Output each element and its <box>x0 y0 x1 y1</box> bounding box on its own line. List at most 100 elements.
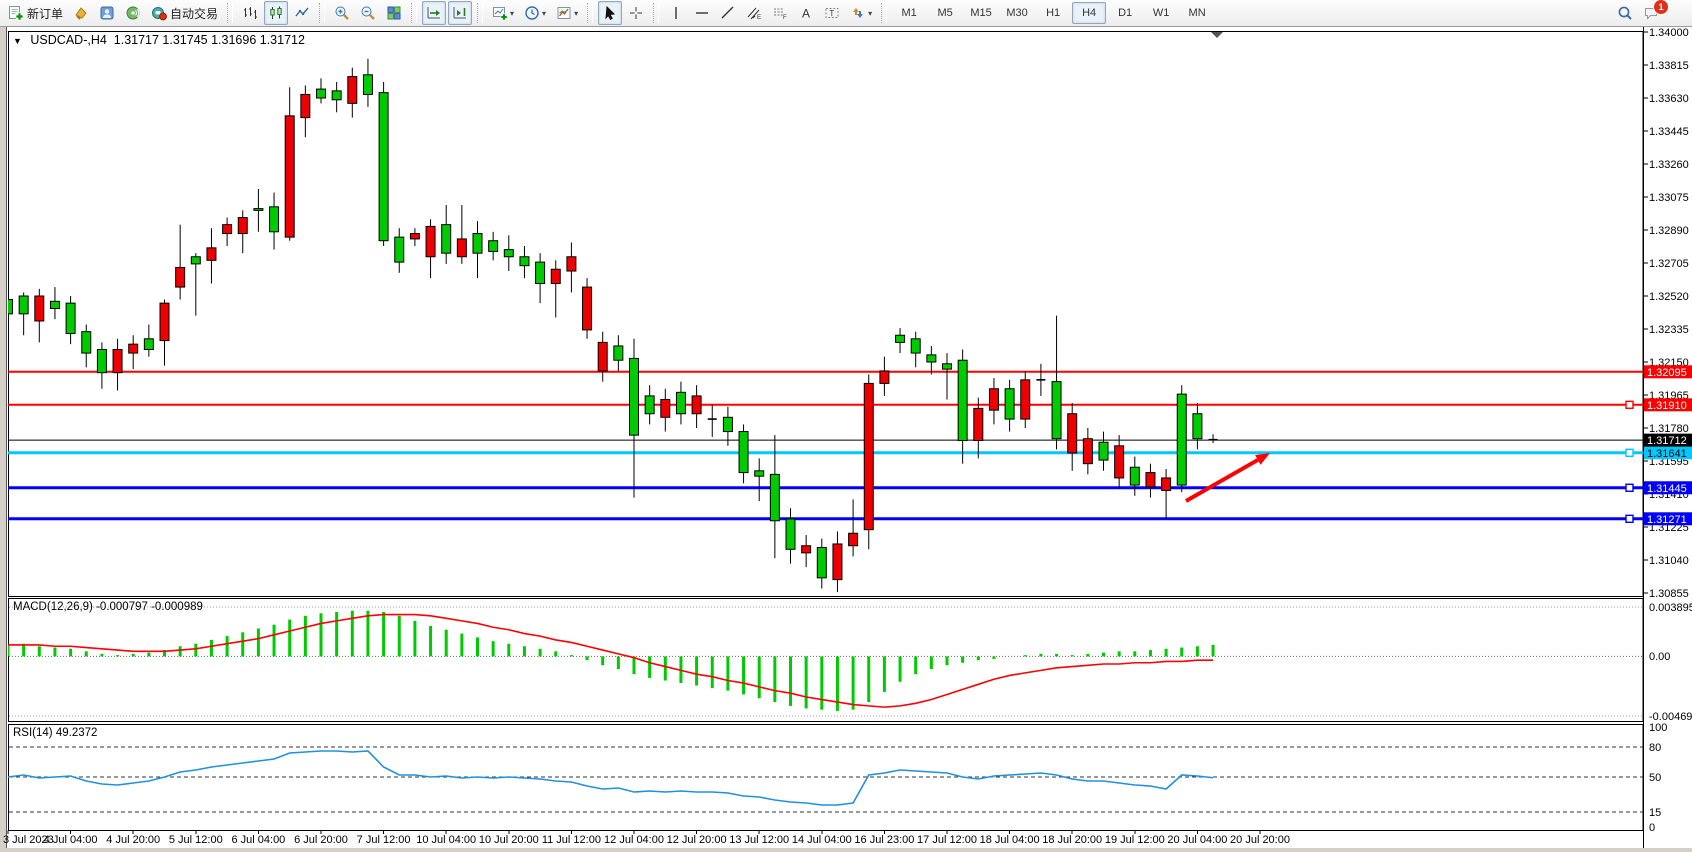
chevron-down-icon[interactable]: ▾ <box>868 9 872 18</box>
arrows-button[interactable]: ▾ <box>846 1 876 25</box>
auto-scroll-button[interactable] <box>422 1 446 25</box>
price-tag: 1.32095 <box>1647 367 1687 379</box>
horizontal-line-button[interactable] <box>690 1 714 25</box>
vertical-line-button[interactable] <box>664 1 688 25</box>
chart-canvas[interactable]: 1.340001.338151.336301.334451.332601.330… <box>0 0 1692 852</box>
candle <box>379 82 388 246</box>
search-button[interactable] <box>1613 1 1637 25</box>
new-order-button[interactable]: 新订单 <box>4 1 67 25</box>
chart-title[interactable]: ▼ USDCAD-,H4 1.31717 1.31745 1.31696 1.3… <box>13 33 305 47</box>
candle <box>1177 385 1186 492</box>
window-left-border <box>0 27 6 848</box>
clock-icon <box>524 5 540 21</box>
chart-shift-button[interactable] <box>448 1 472 25</box>
profile-icon <box>99 5 115 21</box>
indicators-button[interactable]: ▾ <box>488 1 518 25</box>
fibo-icon: F <box>772 5 788 21</box>
window-bottom-border <box>0 848 1692 852</box>
price-tick-label: 1.32890 <box>1649 225 1689 237</box>
candle <box>864 374 873 549</box>
timeframe-d1-button[interactable]: D1 <box>1108 2 1142 24</box>
candle <box>583 278 592 339</box>
price-tick-label: 1.32520 <box>1649 291 1689 303</box>
price-tick-label: 1.32335 <box>1649 324 1689 336</box>
timeframe-m1-button[interactable]: M1 <box>892 2 926 24</box>
time-tick-label: 10 Jul 04:00 <box>416 834 476 846</box>
metaeditor-button[interactable] <box>69 1 93 25</box>
support-line-2-endpoint-handle[interactable] <box>1626 515 1633 522</box>
line-chart-icon <box>294 5 310 21</box>
market-watch-button[interactable] <box>95 1 119 25</box>
time-tick-label: 19 Jul 12:00 <box>1105 834 1165 846</box>
timeframe-m5-button[interactable]: M5 <box>928 2 962 24</box>
vline-icon <box>668 5 684 21</box>
new-order-button-label: 新订单 <box>27 5 63 22</box>
support-line-1-endpoint-handle[interactable] <box>1626 484 1633 491</box>
timeframe-mn-button[interactable]: MN <box>1180 2 1214 24</box>
resistance-line-2-endpoint-handle[interactable] <box>1626 401 1633 408</box>
timeframe-h4-button[interactable]: H4 <box>1072 2 1106 24</box>
time-tick-label: 11 Jul 12:00 <box>542 834 601 846</box>
timeframe-h1-button[interactable]: H1 <box>1036 2 1070 24</box>
trendline-icon <box>720 5 736 21</box>
svg-text:A: A <box>802 7 810 21</box>
channel-button[interactable]: E <box>742 1 766 25</box>
rsi-value: 49.2372 <box>56 727 98 739</box>
price-tick-label: 1.34000 <box>1649 27 1689 39</box>
price-tag: 1.31910 <box>1647 400 1687 412</box>
channel-icon: E <box>746 5 762 21</box>
zoom-out-button[interactable] <box>356 1 380 25</box>
main-toolbar: 新订单 自动交易 ▾ ▾ ▾ EFA T ▾ M1M5M15M30H1H4D1W1MN 1 <box>0 0 1692 27</box>
signals-button[interactable] <box>121 1 145 25</box>
tile-windows-button[interactable] <box>382 1 406 25</box>
text-button[interactable]: A <box>794 1 818 25</box>
toolbar-right-group: 1 <box>1612 1 1692 25</box>
auto-scroll-icon <box>426 5 442 21</box>
chart-title-dropdown-icon[interactable]: ▼ <box>13 36 22 46</box>
chevron-down-icon[interactable]: ▾ <box>510 9 514 18</box>
zoom-in-button[interactable] <box>330 1 354 25</box>
time-tick-label: 7 Jul 12:00 <box>357 834 411 846</box>
chevron-down-icon[interactable]: ▾ <box>574 9 578 18</box>
svg-text:T: T <box>829 9 834 18</box>
toolbar-separator <box>587 3 593 23</box>
trendline-button[interactable] <box>716 1 740 25</box>
toolbar-separator <box>319 3 325 23</box>
price-tag: 1.31712 <box>1647 435 1687 447</box>
text-label-button[interactable]: T <box>820 1 844 25</box>
crosshair-button[interactable] <box>624 1 648 25</box>
templates-button[interactable]: ▾ <box>552 1 582 25</box>
price-tick-label: 1.32705 <box>1649 258 1689 270</box>
price-tick-label: 1.33815 <box>1649 60 1689 72</box>
price-tick-label: 1.33630 <box>1649 93 1689 105</box>
line-chart-mode-button[interactable] <box>290 1 314 25</box>
rsi-level-label: 15 <box>1649 807 1661 819</box>
text-a-icon: A <box>798 5 814 21</box>
candlestick-mode-button[interactable] <box>264 1 288 25</box>
auto-trading-button-label: 自动交易 <box>170 5 218 22</box>
chevron-down-icon[interactable]: ▾ <box>542 9 546 18</box>
zoom-in-icon <box>334 5 350 21</box>
macd-main-value: -0.000797 <box>96 601 148 613</box>
price-tick-label: 1.33260 <box>1649 159 1689 171</box>
crosshair-icon <box>628 5 644 21</box>
arrows-icon <box>850 5 866 21</box>
macd-signal-value: -0.000989 <box>151 601 203 613</box>
indicators-icon <box>492 5 508 21</box>
price-tick-label: 1.33445 <box>1649 126 1689 138</box>
toolbar-separator <box>477 3 483 23</box>
auto-trading-button[interactable]: 自动交易 <box>147 1 222 25</box>
periods-button[interactable]: ▾ <box>520 1 550 25</box>
fibonacci-button[interactable]: F <box>768 1 792 25</box>
bar-chart-mode-button[interactable] <box>238 1 262 25</box>
new-order-icon <box>8 5 24 21</box>
pivot-line-endpoint-handle[interactable] <box>1626 449 1633 456</box>
timeframe-m30-button[interactable]: M30 <box>1000 2 1034 24</box>
signal-icon <box>125 5 141 21</box>
hline-icon <box>694 5 710 21</box>
mt4-window: 新订单 自动交易 ▾ ▾ ▾ EFA T ▾ M1M5M15M30H1H4D1W1MN 1 1.3… <box>0 0 1692 852</box>
timeframe-m15-button[interactable]: M15 <box>964 2 998 24</box>
cursor-button[interactable] <box>598 1 622 25</box>
notifications-button[interactable]: 1 <box>1639 1 1679 25</box>
timeframe-w1-button[interactable]: W1 <box>1144 2 1178 24</box>
